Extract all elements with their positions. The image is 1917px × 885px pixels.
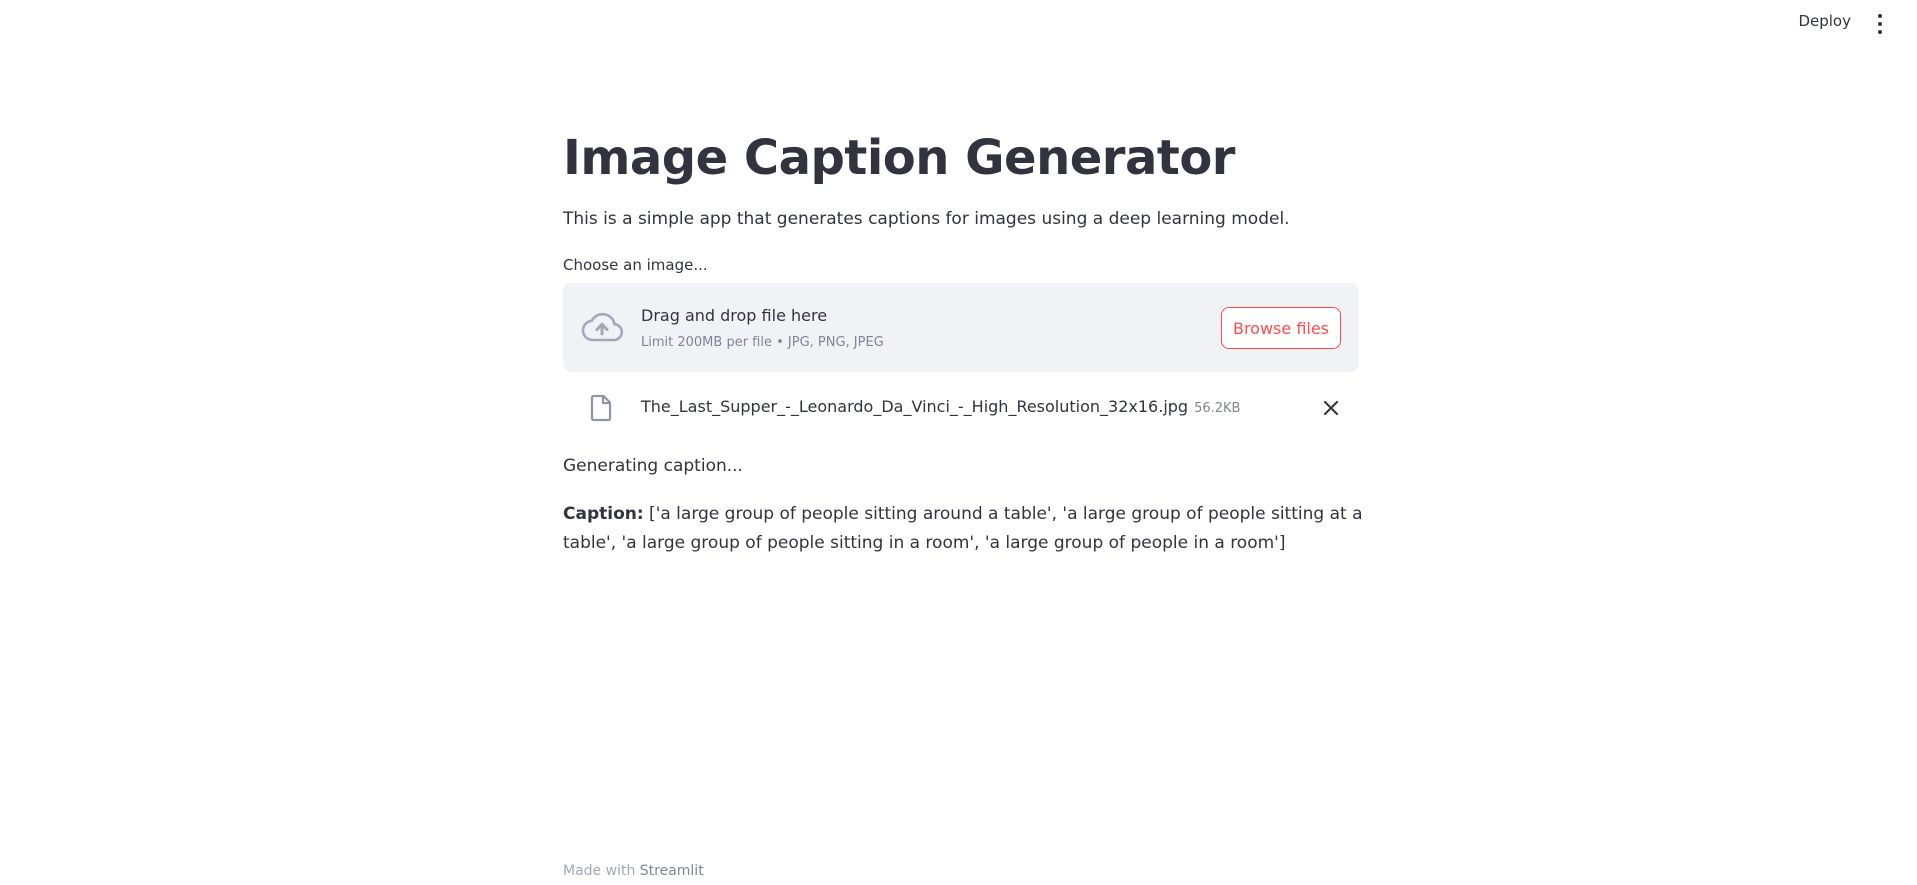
uploaded-file-row: The_Last_Supper_-_Leonardo_Da_Vinci_-_Hi… [563,386,1359,428]
file-size: 56.2KB [1194,401,1241,416]
status-text: Generating caption... [563,456,743,476]
app-page: Deploy Image Caption Generator This is a… [0,0,1917,885]
streamlit-link[interactable]: Streamlit [640,863,704,879]
intro-text: This is a simple app that generates capt… [563,209,1290,229]
dropzone-hint: Limit 200MB per file • JPG, PNG, JPEG [641,335,884,350]
footer: Made with Streamlit [563,861,704,881]
dropzone-title: Drag and drop file here [641,306,828,325]
vertical-ellipsis-icon [1878,14,1882,18]
remove-file-button[interactable] [1319,396,1343,420]
file-name-text: The_Last_Supper_-_Leonardo_Da_Vinci_-_Hi… [641,397,1189,416]
page-title: Image Caption Generator [563,130,1235,186]
file-name: The_Last_Supper_-_Leonardo_Da_Vinci_-_Hi… [641,395,1240,421]
browse-files-button[interactable]: Browse files [1221,307,1341,349]
caption-label: Caption: [563,504,644,524]
main-menu-button[interactable] [1873,14,1887,34]
uploader-label: Choose an image... [563,256,708,274]
file-icon [590,394,612,422]
vertical-ellipsis-icon [1878,30,1882,34]
cloud-upload-icon [581,312,623,342]
caption-output: Caption: ['a large group of people sitti… [563,500,1363,558]
top-header: Deploy [0,0,1917,46]
close-icon [1324,401,1338,415]
footer-prefix: Made with [563,863,640,879]
caption-text: ['a large group of people sitting around… [563,504,1363,553]
deploy-button[interactable]: Deploy [1798,12,1851,30]
file-dropzone[interactable]: Drag and drop file here Limit 200MB per … [563,283,1359,372]
vertical-ellipsis-icon [1878,22,1882,26]
